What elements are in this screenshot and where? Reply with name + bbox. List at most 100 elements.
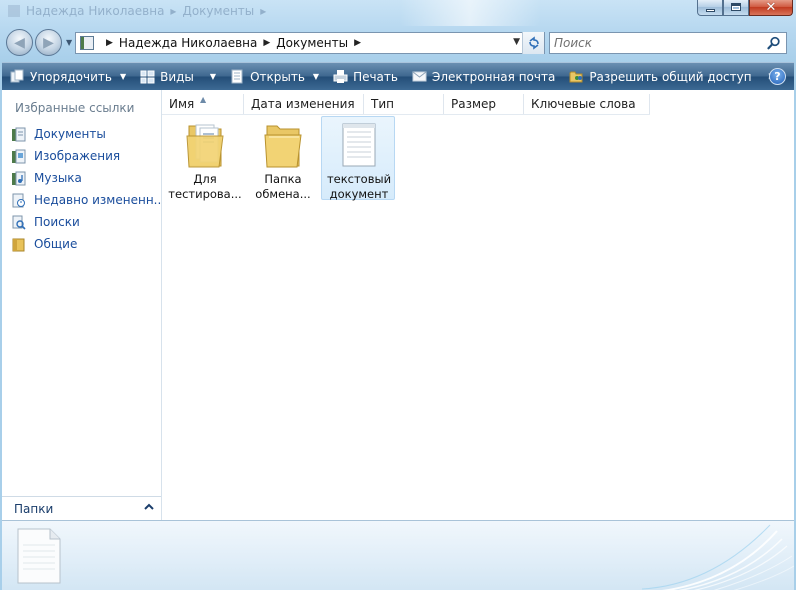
file-label: Папка обмена... — [246, 172, 320, 202]
arrow-left-icon: ◀ — [14, 34, 25, 51]
organize-button[interactable]: Упорядочить ▼ — [10, 69, 126, 84]
sidebar-item-searches[interactable]: Поиски — [2, 211, 160, 233]
public-icon — [12, 238, 25, 251]
chevron-down-icon: ▼ — [312, 72, 320, 81]
chevron-right-icon: ▸ — [260, 4, 267, 18]
arrow-right-icon: ▶ — [43, 34, 54, 51]
column-header-size[interactable]: Размер — [444, 94, 524, 114]
caption-buttons: ✕ — [697, 0, 793, 16]
documents-icon — [12, 127, 26, 141]
open-label: Открыть — [250, 69, 305, 84]
title-bar[interactable]: Надежда Николаевна ▸ Документы ▸ ✕ — [0, 0, 796, 26]
chevron-down-icon: ▼ — [209, 72, 217, 81]
views-button[interactable]: Виды ▼ — [140, 69, 216, 84]
sidebar-item-label: Музыка — [34, 171, 82, 185]
file-icons-view: Для тестирова... Папка обмена... текстов… — [162, 116, 794, 416]
folder-icon — [264, 125, 302, 168]
explorer-window: Надежда Николаевна ▸ Документы ▸ ✕ ◀ ▶ ▼ ▶ … — [0, 0, 796, 590]
sidebar-item-recent[interactable]: Недавно измененн... — [2, 189, 165, 211]
search-box[interactable] — [549, 32, 787, 54]
folders-label: Папки — [14, 501, 54, 516]
search-input[interactable] — [554, 35, 754, 51]
breadcrumb-documents[interactable]: Документы — [276, 36, 348, 50]
folder-with-documents-icon — [186, 124, 224, 168]
file-label-line: Для — [193, 172, 217, 186]
maximize-icon — [731, 3, 741, 11]
share-icon — [569, 71, 583, 83]
sidebar-item-label: Недавно измененн... — [34, 193, 166, 207]
navigation-pane: Избранные ссылки Документы Изображения М… — [2, 90, 165, 520]
print-button[interactable]: Печать — [333, 69, 398, 84]
searches-icon — [12, 215, 26, 230]
file-label-line: тестирова... — [168, 187, 242, 201]
column-header-label: Ключевые слова — [531, 97, 636, 111]
music-icon — [12, 171, 26, 185]
refresh-button[interactable] — [522, 32, 544, 54]
folders-toggle[interactable]: Папки — [2, 496, 161, 520]
chevron-right-icon[interactable]: ▶ — [106, 38, 113, 48]
column-header-date-modified[interactable]: Дата изменения — [244, 94, 364, 114]
print-label: Печать — [353, 69, 398, 84]
column-header-keywords[interactable]: Ключевые слова — [524, 94, 650, 114]
file-item-selected[interactable]: текстовый документ — [321, 116, 395, 201]
sidebar-item-label: Поиски — [34, 215, 80, 229]
search-icon[interactable] — [767, 36, 781, 50]
column-header-label: Тип — [371, 97, 394, 111]
chevron-up-icon — [144, 503, 154, 510]
chevron-right-icon[interactable]: ▶ — [263, 38, 270, 48]
ghost-title-part: Надежда Николаевна — [26, 4, 165, 18]
file-item[interactable]: Для тестирова... — [167, 116, 242, 201]
share-label: Разрешить общий доступ — [589, 69, 752, 84]
recent-icon — [12, 193, 25, 207]
sidebar-item-documents[interactable]: Документы — [2, 123, 160, 145]
views-label: Виды — [160, 69, 194, 84]
title-glare — [400, 0, 540, 26]
open-button[interactable]: Открыть ▼ — [230, 69, 319, 84]
library-icon — [80, 36, 94, 50]
close-icon: ✕ — [765, 0, 777, 15]
file-label-line: обмена... — [255, 187, 311, 201]
folder-icon — [8, 5, 20, 17]
breadcrumb-user[interactable]: Надежда Николаевна — [119, 36, 257, 50]
sidebar-item-music[interactable]: Музыка — [2, 167, 160, 189]
file-label-line: Папка — [264, 172, 302, 186]
chevron-right-icon: ▸ — [170, 4, 177, 18]
sidebar-item-pictures[interactable]: Изображения — [2, 145, 160, 167]
email-button[interactable]: Электронная почта — [412, 69, 555, 84]
ghost-title-part: Документы — [182, 4, 255, 18]
sidebar-item-label: Общие — [34, 237, 78, 251]
maximize-button[interactable] — [723, 0, 749, 16]
text-document-icon — [17, 528, 61, 584]
sort-ascending-icon: ▲ — [200, 95, 207, 104]
minimize-icon — [705, 8, 715, 12]
column-header-name[interactable]: ▲ Имя — [162, 94, 244, 114]
file-list-pane: ▲ Имя Дата изменения Тип Размер Ключевые… — [162, 90, 794, 520]
email-label: Электронная почта — [431, 69, 556, 84]
favorite-links-list: Документы Изображения Музыка Недавно изм… — [2, 123, 165, 255]
address-bar[interactable]: ▶ Надежда Николаевна ▶ Документы ▶ ▼ — [75, 32, 545, 54]
column-header-label: Имя — [169, 97, 195, 111]
forward-button[interactable]: ▶ — [35, 29, 62, 56]
navigation-buttons: ◀ ▶ ▼ — [6, 29, 72, 57]
help-icon: ? — [774, 70, 781, 83]
refresh-icon — [528, 36, 539, 50]
sidebar-item-public[interactable]: Общие — [2, 233, 160, 255]
file-item[interactable]: Папка обмена... — [245, 116, 320, 202]
column-header-divider — [162, 114, 650, 115]
column-header-label: Размер — [451, 97, 497, 111]
address-dropdown-button[interactable]: ▼ — [513, 37, 520, 47]
document-icon — [231, 69, 243, 84]
chevron-right-icon[interactable]: ▶ — [354, 38, 361, 48]
minimize-button[interactable] — [697, 0, 723, 16]
help-button[interactable]: ? — [769, 68, 786, 85]
back-button[interactable]: ◀ — [6, 29, 33, 56]
close-button[interactable]: ✕ — [749, 0, 793, 16]
column-header-type[interactable]: Тип — [364, 94, 444, 114]
chevron-down-icon: ▼ — [119, 72, 127, 81]
sidebar-item-label: Изображения — [34, 149, 121, 163]
recent-pages-dropdown[interactable]: ▼ — [66, 38, 74, 48]
file-label-line: документ — [329, 187, 389, 201]
share-button[interactable]: Разрешить общий доступ — [569, 69, 752, 84]
views-icon — [140, 70, 155, 84]
ghost-title: Надежда Николаевна ▸ Документы ▸ — [8, 4, 272, 18]
